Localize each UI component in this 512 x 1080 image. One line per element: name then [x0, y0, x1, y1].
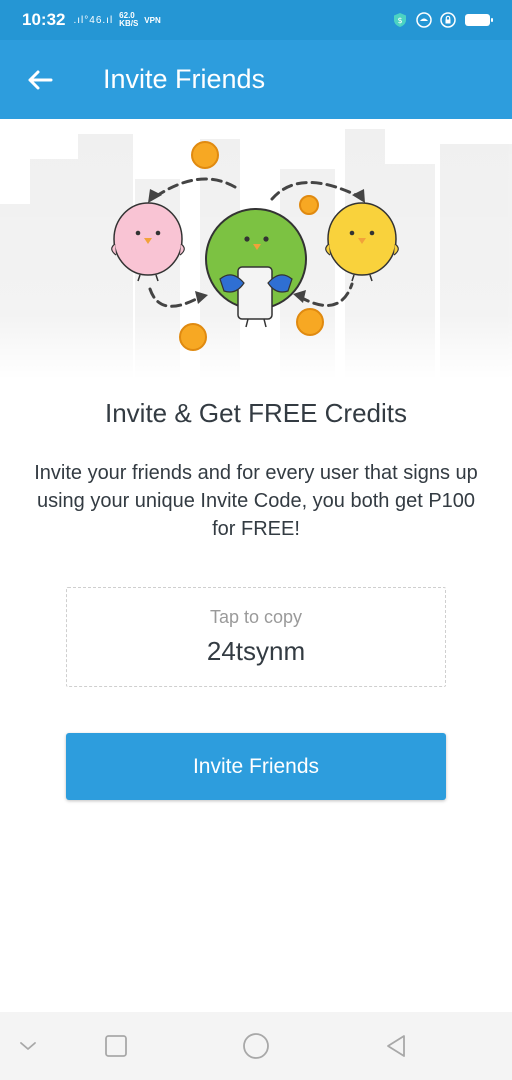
battery-icon [465, 14, 493, 26]
status-bar: 10:32 .ıl°46.ıl 62.0 KB/S VPN $ [0, 0, 512, 40]
network-speed-unit: KB/S [119, 19, 139, 28]
coin-icon [299, 195, 319, 215]
nav-collapse-button[interactable] [8, 1012, 48, 1080]
back-button[interactable] [0, 40, 80, 119]
navigation-bar [0, 1012, 512, 1080]
arrow-left-icon [28, 70, 53, 89]
invite-friends-button[interactable]: Invite Friends [66, 733, 446, 800]
nav-back-button[interactable] [376, 1012, 416, 1080]
coin-icon [191, 141, 219, 169]
invite-code: 24tsynm [206, 636, 306, 666]
vpn-indicator: VPN [144, 15, 161, 25]
shield-icon: $ [394, 13, 406, 27]
circle-icon [243, 1033, 269, 1059]
signal-icon: .ıl°46.ıl [73, 14, 114, 26]
nav-home-button[interactable] [236, 1012, 276, 1080]
app-bar: Invite Friends [0, 40, 512, 119]
tap-to-copy-hint: Tap to copy [209, 607, 303, 627]
chevron-down-icon [20, 1042, 36, 1050]
lock-icon [440, 12, 456, 28]
nav-recents-button[interactable] [96, 1012, 136, 1080]
invite-illustration [0, 119, 512, 379]
coin-icon [296, 308, 324, 336]
network-speed: 62.0 KB/S [119, 12, 138, 28]
description: Invite your friends and for every user t… [34, 462, 478, 540]
coin-icon [179, 323, 207, 351]
invite-code-box[interactable]: Tap to copy 24tsynm [66, 587, 446, 687]
headline: Invite & Get FREE Credits [105, 398, 407, 428]
notification-icon [416, 12, 432, 28]
triangle-back-icon [387, 1035, 405, 1057]
page-title: Invite Friends [103, 64, 266, 94]
square-icon [105, 1035, 127, 1057]
status-time: 10:32 [22, 10, 66, 29]
svg-text:$: $ [397, 16, 402, 25]
